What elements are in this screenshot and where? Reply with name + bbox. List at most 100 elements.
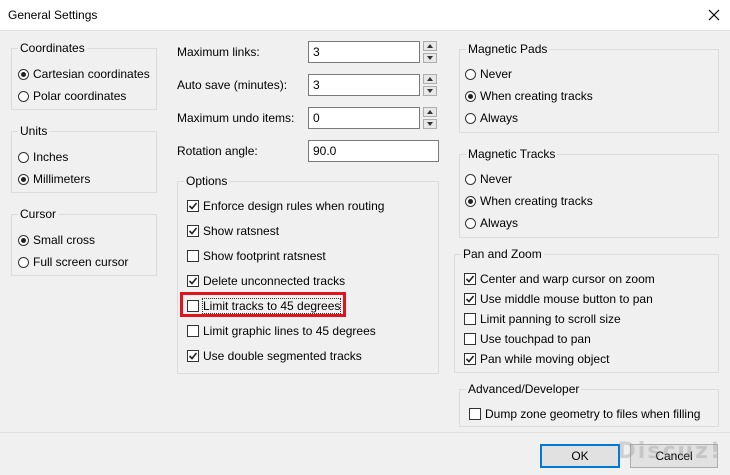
auto-save-spinner — [423, 74, 437, 96]
radio-cartesian[interactable]: Cartesian coordinates — [18, 67, 150, 81]
limit-panning-checkbox[interactable]: Limit panning to scroll size — [464, 312, 621, 326]
checkbox-checked-icon — [187, 275, 199, 287]
checkbox-label: Show ratsnest — [203, 224, 280, 238]
center-warp-cursor-checkbox[interactable]: Center and warp cursor on zoom — [464, 272, 655, 286]
radio-tracks-always[interactable]: Always — [465, 216, 518, 230]
arrow-up-icon — [427, 110, 433, 114]
advanced-legend: Advanced/Developer — [466, 382, 582, 396]
checkbox-checked-icon — [464, 293, 476, 305]
max-links-label: Maximum links: — [177, 45, 260, 59]
radio-pads-never[interactable]: Never — [465, 67, 512, 81]
arrow-down-icon — [427, 89, 433, 93]
radio-label: When creating tracks — [480, 194, 593, 208]
radio-tracks-never[interactable]: Never — [465, 172, 512, 186]
close-button[interactable] — [698, 0, 730, 31]
checkbox-unchecked-icon — [464, 333, 476, 345]
window-title: General Settings — [8, 8, 98, 22]
checkbox-unchecked-icon — [187, 325, 199, 337]
close-icon — [708, 9, 720, 21]
radio-unselected-icon — [465, 217, 476, 229]
double-segmented-tracks-checkbox[interactable]: Use double segmented tracks — [187, 349, 362, 363]
checkbox-label: Use touchpad to pan — [480, 332, 591, 346]
spin-up-button[interactable] — [423, 107, 437, 117]
radio-unselected-icon — [18, 151, 29, 163]
radio-selected-icon — [465, 90, 476, 102]
pan-zoom-legend: Pan and Zoom — [461, 247, 544, 261]
radio-selected-icon — [18, 68, 29, 80]
radio-label: Never — [480, 172, 513, 186]
auto-save-label: Auto save (minutes): — [177, 78, 288, 92]
limit-graphic-lines-45-checkbox[interactable]: Limit graphic lines to 45 degrees — [187, 324, 376, 338]
checkbox-unchecked-icon — [464, 313, 476, 325]
radio-unselected-icon — [465, 112, 476, 124]
checkbox-label: Limit panning to scroll size — [480, 312, 621, 326]
checkbox-label: Limit tracks to 45 degrees — [201, 298, 342, 314]
show-footprint-ratsnest-checkbox[interactable]: Show footprint ratsnest — [187, 249, 326, 263]
checkbox-label: Limit graphic lines to 45 degrees — [203, 324, 376, 338]
checkbox-label: Delete unconnected tracks — [203, 274, 346, 288]
radio-label: Millimeters — [33, 172, 91, 186]
checkbox-label: Pan while moving object — [480, 352, 610, 366]
arrow-down-icon — [427, 122, 433, 126]
spin-up-button[interactable] — [423, 74, 437, 84]
radio-label: Always — [480, 111, 519, 125]
checkbox-unchecked-icon — [187, 250, 199, 262]
magnetic-pads-legend: Magnetic Pads — [466, 42, 550, 56]
spin-down-button[interactable] — [423, 86, 437, 96]
radio-unselected-icon — [465, 68, 476, 80]
rotation-angle-label: Rotation angle: — [177, 144, 258, 158]
ok-button[interactable]: OK — [540, 444, 620, 468]
radio-label: Polar coordinates — [33, 89, 127, 103]
checkbox-checked-icon — [464, 273, 476, 285]
pan-while-moving-checkbox[interactable]: Pan while moving object — [464, 352, 609, 366]
radio-label: Full screen cursor — [33, 255, 129, 269]
title-bar: General Settings — [0, 0, 730, 31]
spin-down-button[interactable] — [423, 119, 437, 129]
rotation-angle-input[interactable]: 90.0 — [308, 140, 439, 162]
spin-down-button[interactable] — [423, 53, 437, 63]
radio-full-screen-cursor[interactable]: Full screen cursor — [18, 255, 128, 269]
checkbox-unchecked-icon — [187, 300, 199, 312]
max-undo-input[interactable]: 0 — [308, 107, 420, 129]
show-ratsnest-checkbox[interactable]: Show ratsnest — [187, 224, 279, 238]
radio-pads-always[interactable]: Always — [465, 111, 518, 125]
checkbox-label: Use middle mouse button to pan — [480, 292, 653, 306]
radio-polar[interactable]: Polar coordinates — [18, 89, 126, 103]
radio-unselected-icon — [465, 173, 476, 185]
radio-tracks-when-creating[interactable]: When creating tracks — [465, 194, 593, 208]
checkbox-checked-icon — [187, 225, 199, 237]
magnetic-tracks-legend: Magnetic Tracks — [466, 147, 558, 161]
cancel-button[interactable]: Cancel — [630, 444, 718, 468]
cursor-legend: Cursor — [18, 207, 59, 221]
spin-up-button[interactable] — [423, 41, 437, 51]
radio-unselected-icon — [18, 90, 29, 102]
radio-millimeters[interactable]: Millimeters — [18, 172, 90, 186]
enforce-design-rules-checkbox[interactable]: Enforce design rules when routing — [187, 199, 384, 213]
checkbox-checked-icon — [187, 350, 199, 362]
checkbox-checked-icon — [464, 353, 476, 365]
auto-save-input[interactable]: 3 — [308, 74, 420, 96]
dump-zone-geometry-checkbox[interactable]: Dump zone geometry to files when filling — [469, 407, 700, 421]
options-legend: Options — [184, 174, 230, 188]
radio-pads-when-creating[interactable]: When creating tracks — [465, 89, 593, 103]
radio-label: Always — [480, 216, 519, 230]
checkbox-checked-icon — [187, 200, 199, 212]
dialog-footer — [0, 432, 730, 475]
radio-label: Never — [480, 67, 513, 81]
limit-tracks-45-checkbox[interactable]: Limit tracks to 45 degrees — [187, 298, 342, 314]
touchpad-pan-checkbox[interactable]: Use touchpad to pan — [464, 332, 591, 346]
radio-inches[interactable]: Inches — [18, 150, 68, 164]
arrow-up-icon — [427, 77, 433, 81]
radio-small-cross[interactable]: Small cross — [18, 233, 95, 247]
checkbox-label: Use double segmented tracks — [203, 349, 362, 363]
delete-unconnected-tracks-checkbox[interactable]: Delete unconnected tracks — [187, 274, 345, 288]
arrow-down-icon — [427, 56, 433, 60]
max-links-input[interactable]: 3 — [308, 41, 420, 63]
radio-unselected-icon — [18, 256, 29, 268]
radio-label: Cartesian coordinates — [33, 67, 150, 81]
radio-label: When creating tracks — [480, 89, 593, 103]
max-undo-label: Maximum undo items: — [177, 111, 295, 125]
middle-mouse-pan-checkbox[interactable]: Use middle mouse button to pan — [464, 292, 653, 306]
max-undo-spinner — [423, 107, 437, 129]
max-links-spinner — [423, 41, 437, 63]
